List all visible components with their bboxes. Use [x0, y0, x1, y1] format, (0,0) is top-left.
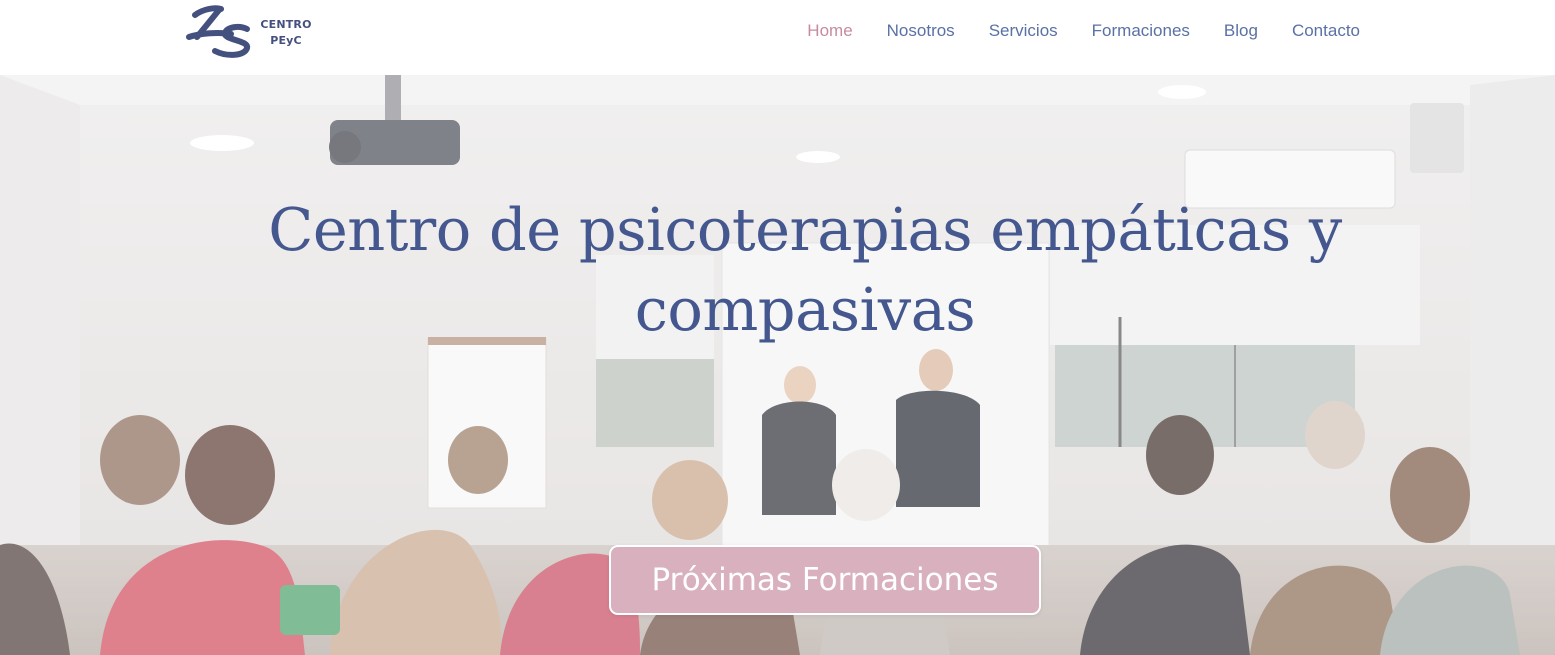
nav-link-servicios[interactable]: Servicios	[989, 21, 1058, 41]
main-nav: Home Nosotros Servicios Formaciones Blog…	[807, 20, 1360, 42]
nav-link-formaciones[interactable]: Formaciones	[1092, 21, 1190, 41]
hero-title: Centro de psicoterapias empáticas y comp…	[268, 195, 1342, 344]
site-logo[interactable]: CENTRO PEyC	[185, 5, 315, 61]
logo-line-2: PEyC	[270, 34, 302, 47]
logo-mark-icon	[186, 5, 250, 58]
logo-line-1: CENTRO	[260, 18, 312, 31]
nav-link-contacto[interactable]: Contacto	[1292, 21, 1360, 41]
hero-section: Centro de psicoterapias empáticas y comp…	[0, 75, 1555, 655]
nav-link-home[interactable]: Home	[807, 21, 852, 41]
site-header: CENTRO PEyC Home Nosotros Servicios Form…	[0, 0, 1555, 75]
proximas-formaciones-button[interactable]: Próximas Formaciones	[609, 545, 1041, 615]
nav-link-blog[interactable]: Blog	[1224, 21, 1258, 41]
nav-link-nosotros[interactable]: Nosotros	[887, 21, 955, 41]
logo-text: CENTRO PEyC	[258, 17, 314, 49]
